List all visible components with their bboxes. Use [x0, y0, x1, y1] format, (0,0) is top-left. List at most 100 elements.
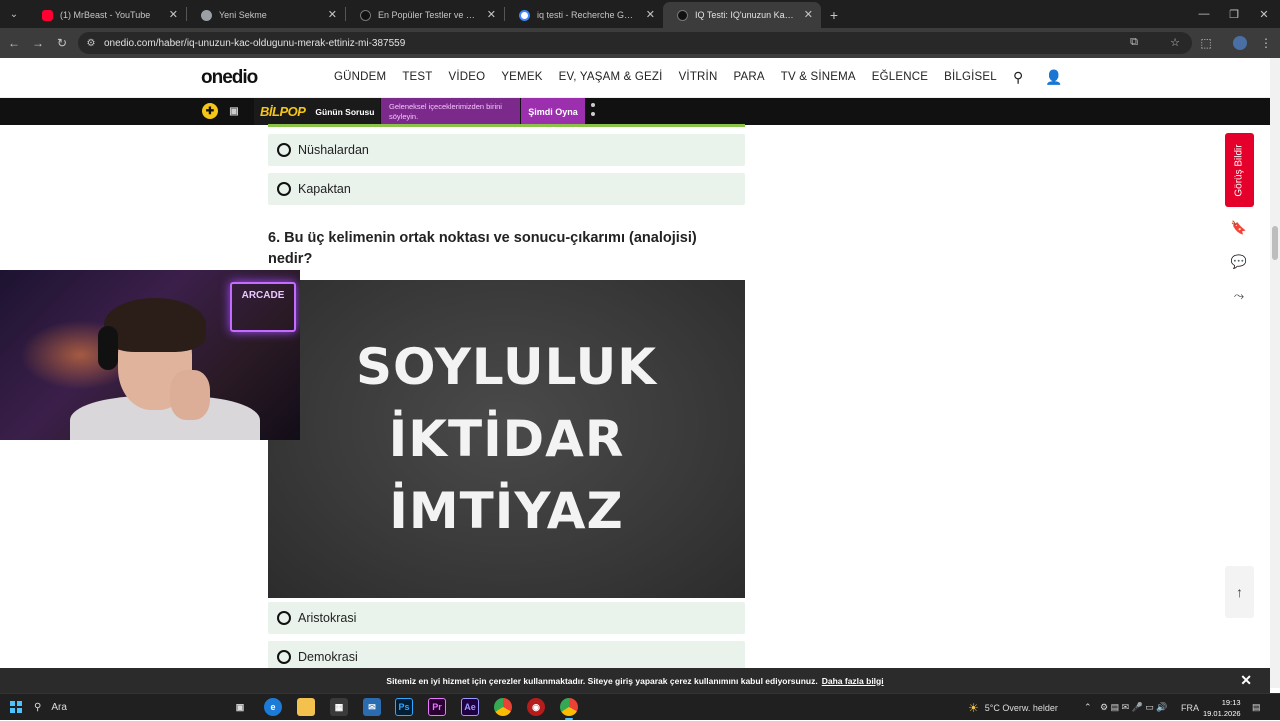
chrome-active-icon[interactable] — [560, 698, 578, 720]
site-header: onedio GÜNDEM TEST VİDEO YEMEK EV, YAŞAM… — [0, 58, 1270, 98]
tab-onedio-tests[interactable]: En Popüler Testler ve Eğlenceli ✕ — [346, 2, 504, 28]
close-tab-icon[interactable]: ✕ — [169, 8, 178, 21]
question-image: SOYLULUK İKTİDAR İMTİYAZ — [268, 280, 745, 598]
obs-icon[interactable]: ◉ — [527, 698, 545, 716]
user-icon[interactable]: 👤 — [1045, 69, 1062, 86]
radio-button[interactable] — [277, 650, 291, 664]
new-tab-button[interactable]: + — [821, 2, 847, 28]
answer-label: Demokrasi — [298, 650, 358, 664]
tray-overflow-icon[interactable]: ⌃ — [1084, 694, 1092, 721]
extensions-icon[interactable]: ⬚ — [1196, 33, 1216, 53]
nav-item-tv-sinema[interactable]: TV & SİNEMA — [781, 71, 856, 83]
share-icon[interactable]: ⤳ — [1229, 286, 1249, 306]
nav-item-eglence[interactable]: EĞLENCE — [872, 71, 928, 83]
windows-start-icon[interactable] — [10, 701, 22, 713]
address-bar[interactable]: ⚙ onedio.com/haber/iq-unuzun-kac-oldugun… — [78, 32, 1192, 54]
nav-item-gundem[interactable]: GÜNDEM — [334, 71, 386, 83]
scrollbar-thumb[interactable] — [1272, 226, 1278, 260]
chalk-word: SOYLULUK — [355, 338, 658, 396]
edge-icon[interactable]: e — [264, 698, 282, 716]
search-icon[interactable]: ⚲ — [1013, 69, 1023, 86]
photoshop-icon[interactable]: Ps — [395, 698, 413, 716]
install-app-icon[interactable]: ⧉ — [1130, 36, 1138, 49]
dice-icon[interactable]: ▣ — [226, 103, 242, 119]
bookmark-icon[interactable]: 🔖 — [1229, 218, 1249, 238]
tab-title: iq testi - Recherche Google — [537, 10, 637, 20]
tab-title: Yeni Sekme — [219, 10, 267, 20]
chrome-icon[interactable] — [494, 698, 512, 716]
taskbar-search[interactable]: ⚲ Ara — [34, 697, 67, 717]
browser-menu-icon[interactable]: ⋮ — [1256, 33, 1276, 53]
bilpop-question-label: Günün Sorusu — [315, 106, 375, 117]
main-nav: GÜNDEM TEST VİDEO YEMEK EV, YAŞAM & GEZİ… — [334, 71, 1013, 83]
browser-toolbar: ← → ↻ ⚙ onedio.com/haber/iq-unuzun-kac-o… — [0, 28, 1280, 58]
close-icon[interactable]: ✕ — [1240, 672, 1252, 689]
play-now-button[interactable]: Şimdi Oyna — [521, 98, 585, 125]
feedback-button[interactable]: Görüş Bildir — [1225, 133, 1254, 207]
close-tab-icon[interactable]: ✕ — [646, 8, 655, 21]
language-indicator[interactable]: FRA — [1181, 694, 1199, 721]
answer-label: Aristokrasi — [298, 611, 357, 625]
promo-pager-dots[interactable] — [591, 103, 595, 121]
back-icon[interactable]: ← — [4, 33, 24, 53]
tray-icons[interactable]: ⚙ ▤ ✉ 🎤 ▭ 🔊 — [1100, 694, 1168, 721]
onedio-logo[interactable]: onedio — [201, 67, 258, 89]
browser-tab-strip: ⌄ (1) MrBeast - YouTube ✕ Yeni Sekme ✕ E… — [0, 0, 1280, 28]
close-window-button[interactable]: ✕ — [1248, 0, 1280, 28]
reload-icon[interactable]: ↻ — [52, 33, 72, 53]
premiere-icon[interactable]: Pr — [428, 698, 446, 716]
forward-icon[interactable]: → — [28, 33, 48, 53]
tab-search-menu-icon[interactable]: ⌄ — [0, 0, 28, 28]
page-scrollbar[interactable] — [1270, 58, 1280, 688]
question-title: 6. Bu üç kelimenin ortak noktası ve sonu… — [268, 230, 697, 267]
minimize-window-button[interactable]: — — [1188, 0, 1220, 28]
after-effects-icon[interactable]: Ae — [461, 698, 479, 716]
answer-option[interactable]: Nüshalardan — [268, 134, 745, 166]
weather-icon: ☀ — [968, 700, 979, 715]
answer-option[interactable]: Aristokrasi — [268, 602, 745, 634]
weather-widget[interactable]: ☀ 5°C Overw. helder — [968, 694, 1058, 721]
windows-taskbar: ⚲ Ara ▣ e ▦ ✉ Ps Pr Ae ◉ ☀ 5°C Overw. he… — [0, 693, 1280, 720]
close-tab-icon[interactable]: ✕ — [804, 8, 813, 21]
feedback-label: Görüş Bildir — [1234, 143, 1245, 197]
headset-icon — [98, 326, 118, 370]
onedio-favicon-icon — [677, 10, 688, 21]
notification-icon[interactable]: ▤ — [1252, 694, 1261, 721]
tab-google-search[interactable]: iq testi - Recherche Google ✕ — [505, 2, 663, 28]
restore-window-button[interactable]: ❐ — [1218, 0, 1250, 28]
taskbar-search-label: Ara — [51, 701, 67, 713]
comments-icon[interactable]: 💬 — [1229, 252, 1249, 272]
clock-time: 19:13 — [1221, 698, 1241, 707]
radio-button[interactable] — [277, 182, 291, 196]
nav-item-test[interactable]: TEST — [402, 71, 432, 83]
mail-icon[interactable]: ✉ — [363, 698, 381, 716]
nav-item-yemek[interactable]: YEMEK — [501, 71, 542, 83]
game-icon[interactable]: ✚ — [202, 103, 218, 119]
radio-button[interactable] — [277, 143, 291, 157]
nav-item-para[interactable]: PARA — [733, 71, 764, 83]
store-icon[interactable]: ▦ — [330, 698, 348, 716]
search-icon: ⚲ — [34, 701, 42, 713]
webcam-overlay: ARCADE — [0, 270, 300, 440]
task-view-icon[interactable]: ▣ — [231, 698, 249, 716]
site-info-icon[interactable]: ⚙ — [78, 38, 104, 49]
answer-option[interactable]: Kapaktan — [268, 173, 745, 205]
tab-new-tab[interactable]: Yeni Sekme ✕ — [187, 2, 345, 28]
nav-item-bilgisel[interactable]: BİLGİSEL — [944, 71, 997, 83]
bookmark-star-icon[interactable]: ☆ — [1170, 36, 1180, 49]
file-explorer-icon[interactable] — [297, 698, 315, 716]
profile-avatar[interactable] — [1230, 33, 1250, 53]
tab-iq-test[interactable]: IQ Testi: IQ'unuzun Kaç Olduğu ✕ — [663, 2, 821, 28]
radio-button[interactable] — [277, 611, 291, 625]
tab-youtube[interactable]: (1) MrBeast - YouTube ✕ — [28, 2, 186, 28]
chrome-favicon-icon — [201, 10, 212, 21]
close-tab-icon[interactable]: ✕ — [487, 8, 496, 21]
nav-item-ev-yasam-gezi[interactable]: EV, YAŞAM & GEZİ — [559, 71, 663, 83]
nav-item-video[interactable]: VİDEO — [449, 71, 486, 83]
scroll-to-top-button[interactable]: ↑ — [1225, 566, 1254, 618]
close-tab-icon[interactable]: ✕ — [328, 8, 337, 21]
bilpop-banner[interactable]: BİLPOP Günün Sorusu — [254, 98, 380, 125]
taskbar-clock[interactable]: 19:13 19.01.2026 — [1203, 697, 1241, 719]
cookie-more-info-link[interactable]: Daha fazla bilgi — [822, 676, 884, 686]
nav-item-vitrin[interactable]: VİTRİN — [679, 71, 718, 83]
